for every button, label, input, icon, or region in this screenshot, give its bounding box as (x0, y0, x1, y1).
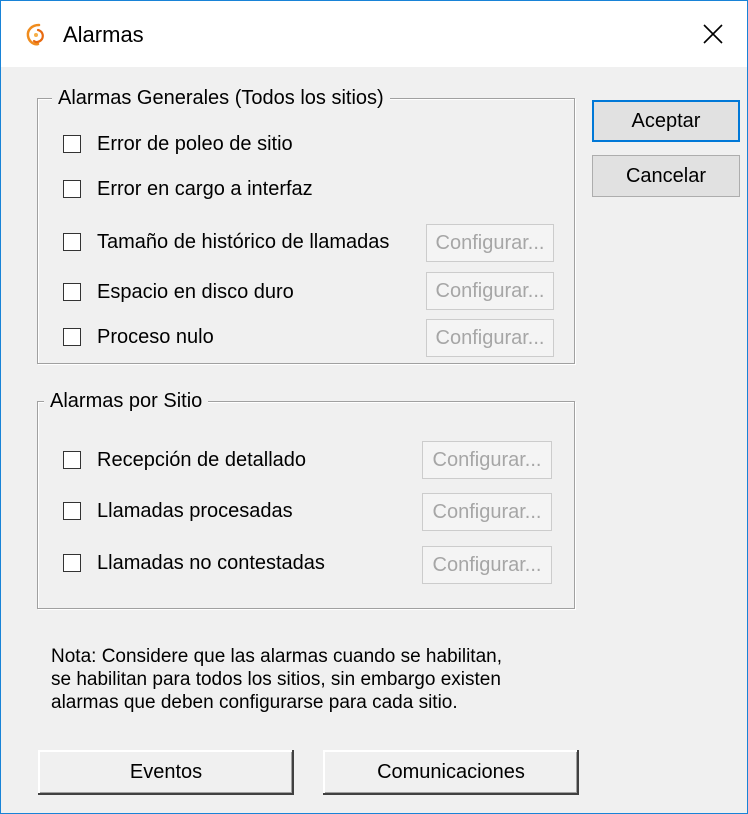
alarmas-dialog: Alarmas Alarmas Generales (Todos los sit… (0, 0, 748, 814)
checkbox-label: Llamadas no contestadas (97, 552, 325, 574)
checkbox-label: Error de poleo de sitio (97, 133, 293, 155)
checkbox-box[interactable] (63, 180, 81, 198)
configure-button-disco[interactable]: Configurar... (426, 272, 554, 310)
general-alarms-title: Alarmas Generales (Todos los sitios) (52, 85, 390, 111)
window-title: Alarmas (63, 22, 144, 47)
checkbox-label: Recepción de detallado (97, 449, 307, 471)
checkbox-llamadas-no-contestadas[interactable]: Llamadas no contestadas (63, 550, 325, 576)
accept-button[interactable]: Aceptar (592, 100, 740, 142)
communications-button[interactable]: Comunicaciones (323, 750, 579, 795)
close-x-icon (703, 24, 723, 44)
configure-button-procesadas[interactable]: Configurar... (422, 493, 552, 531)
note-text: Nota: Considere que las alarmas cuando s… (51, 645, 611, 714)
cancel-button[interactable]: Cancelar (592, 155, 740, 197)
checkbox-label: Error en cargo a interfaz (97, 178, 313, 200)
orange-swirl-icon (23, 22, 49, 48)
events-button[interactable]: Eventos (38, 750, 294, 795)
configure-button-proceso[interactable]: Configurar... (426, 319, 554, 357)
checkbox-box[interactable] (63, 283, 81, 301)
checkbox-proceso-nulo[interactable]: Proceso nulo (63, 324, 214, 350)
checkbox-box[interactable] (63, 554, 81, 572)
checkbox-tamano-historico[interactable]: Tamaño de histórico de llamadas (63, 229, 389, 255)
checkbox-error-cargo[interactable]: Error en cargo a interfaz (63, 176, 313, 202)
checkbox-box[interactable] (63, 328, 81, 346)
checkbox-label: Tamaño de histórico de llamadas (97, 231, 390, 253)
checkbox-label: Espacio en disco duro (97, 281, 294, 303)
close-button[interactable] (679, 1, 747, 67)
checkbox-label: Llamadas procesadas (97, 500, 293, 522)
configure-button-historico[interactable]: Configurar... (426, 224, 554, 262)
note-line: se habilitan para todos los sitios, sin … (51, 669, 501, 690)
checkbox-box[interactable] (63, 233, 81, 251)
checkbox-box[interactable] (63, 502, 81, 520)
checkbox-espacio-disco[interactable]: Espacio en disco duro (63, 279, 294, 305)
configure-button-no-contestadas[interactable]: Configurar... (422, 546, 552, 584)
site-alarms-title: Alarmas por Sitio (44, 388, 209, 414)
checkbox-label: Proceso nulo (97, 326, 214, 348)
title-bar: Alarmas (1, 1, 747, 67)
note-line: alarmas que deben configurarse para cada… (51, 692, 458, 713)
checkbox-llamadas-procesadas[interactable]: Llamadas procesadas (63, 498, 293, 524)
checkbox-recepcion-detallado[interactable]: Recepción de detallado (63, 447, 306, 473)
configure-button-recepcion[interactable]: Configurar... (422, 441, 552, 479)
checkbox-error-poleo[interactable]: Error de poleo de sitio (63, 131, 293, 157)
checkbox-box[interactable] (63, 451, 81, 469)
note-line: Nota: Considere que las alarmas cuando s… (51, 646, 502, 667)
checkbox-box[interactable] (63, 135, 81, 153)
